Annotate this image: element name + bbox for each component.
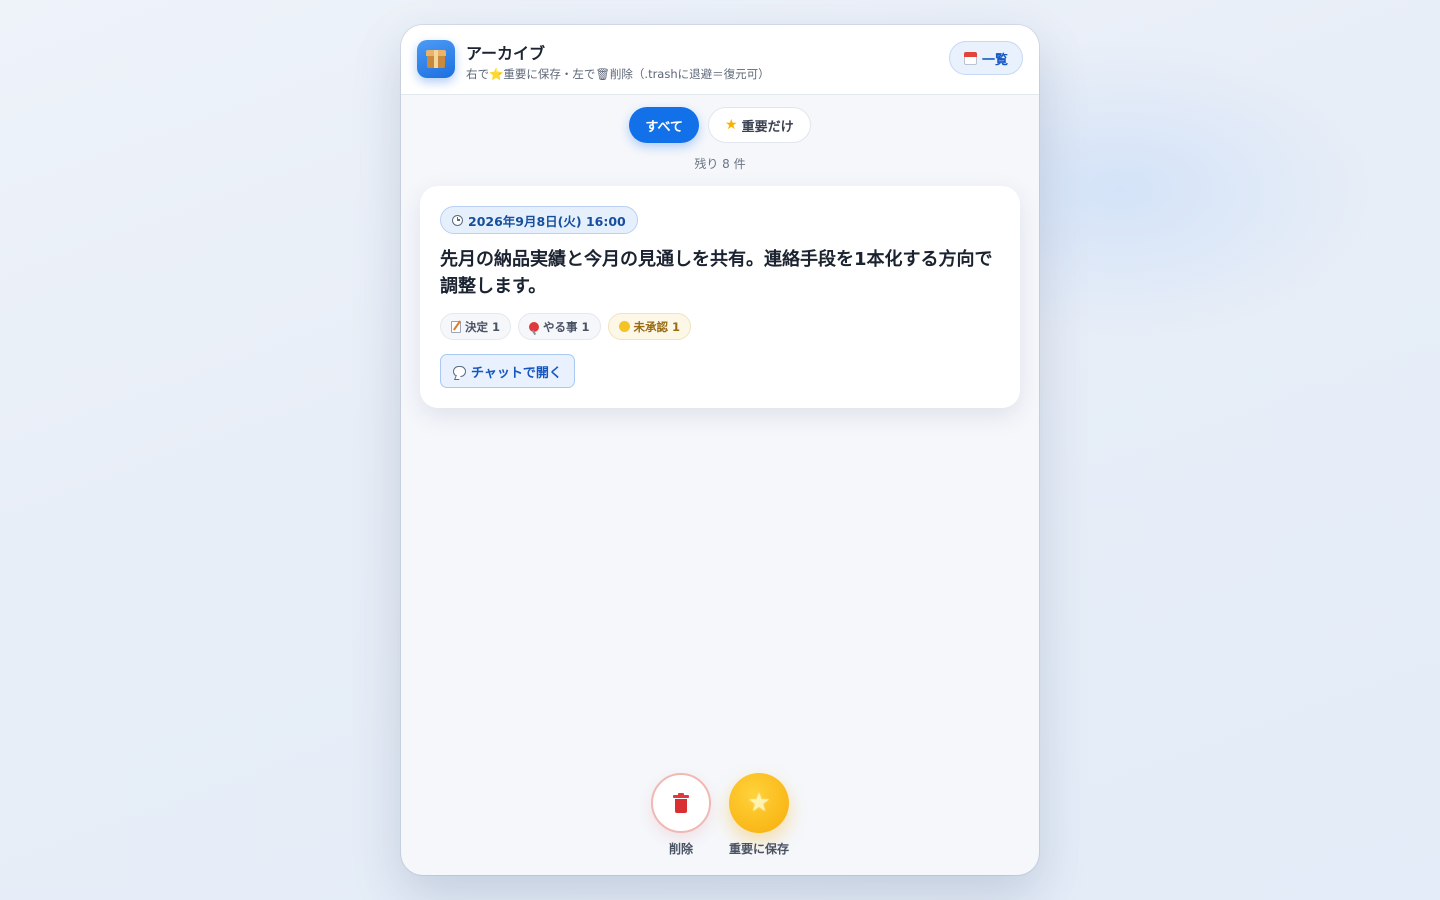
delete-button[interactable] xyxy=(651,773,711,833)
page-title: アーカイブ xyxy=(466,44,546,63)
card-summary: 先月の納品実績と今月の見通しを共有。連絡手段を1本化する方向で調整します。 xyxy=(440,249,993,297)
tag-pending: 未承認 1 xyxy=(607,313,692,340)
trash-icon xyxy=(673,793,689,813)
tab-all-label: すべて xyxy=(645,119,683,135)
tag-todo: やる事 1 xyxy=(518,313,601,340)
package-icon xyxy=(417,40,455,78)
save-action: ★ 重要に保存 xyxy=(729,773,789,857)
pushpin-icon xyxy=(529,321,540,332)
star-icon: ★ xyxy=(747,788,771,818)
star-icon: ★ xyxy=(725,117,738,133)
list-button-label: 一覧 xyxy=(981,52,1008,68)
tab-important-label: 重要だけ xyxy=(741,119,794,135)
delete-action: 削除 xyxy=(651,773,711,857)
delete-label: 削除 xyxy=(668,842,693,856)
tag-list: 決定 1 やる事 1 未承認 1 xyxy=(440,313,692,340)
page-subtitle: 右で⭐重要に保存・左で🗑削除（.trashに退避＝復元可） xyxy=(466,67,770,81)
memo-icon xyxy=(451,320,461,333)
yellow-circle-icon xyxy=(618,321,630,332)
clock-icon xyxy=(452,214,463,226)
speech-bubble-icon xyxy=(453,365,466,377)
action-bar: 削除 ★ 重要に保存 xyxy=(401,773,1039,857)
date-text: 2026年9月8日(火) 16:00 xyxy=(468,213,626,229)
header: アーカイブ 右で⭐重要に保存・左で🗑削除（.trashに退避＝復元可） 一覧 xyxy=(401,25,1039,95)
archive-card[interactable]: 2026年9月8日(火) 16:00 先月の納品実績と今月の見通しを共有。連絡手… xyxy=(420,186,1020,408)
remaining-count: 残り 8 件 xyxy=(694,157,746,171)
open-chat-label: チャットで開く xyxy=(471,365,562,381)
tab-all[interactable]: すべて xyxy=(629,107,699,143)
open-chat-button[interactable]: チャットで開く xyxy=(440,354,575,388)
tab-important[interactable]: ★ 重要だけ xyxy=(708,107,811,143)
tag-todo-label: やる事 1 xyxy=(543,319,590,334)
list-button[interactable]: 一覧 xyxy=(948,41,1023,75)
date-badge: 2026年9月8日(火) 16:00 xyxy=(440,206,638,234)
save-important-label: 重要に保存 xyxy=(729,842,790,856)
tag-decision-label: 決定 1 xyxy=(465,319,501,334)
calendar-icon xyxy=(963,51,977,65)
filter-tabs: すべて ★ 重要だけ xyxy=(401,107,1039,143)
save-important-button[interactable]: ★ xyxy=(729,773,789,833)
tag-pending-label: 未承認 1 xyxy=(633,319,681,334)
tag-decision: 決定 1 xyxy=(440,313,512,340)
app-window: アーカイブ 右で⭐重要に保存・左で🗑削除（.trashに退避＝復元可） 一覧 す… xyxy=(401,25,1039,875)
